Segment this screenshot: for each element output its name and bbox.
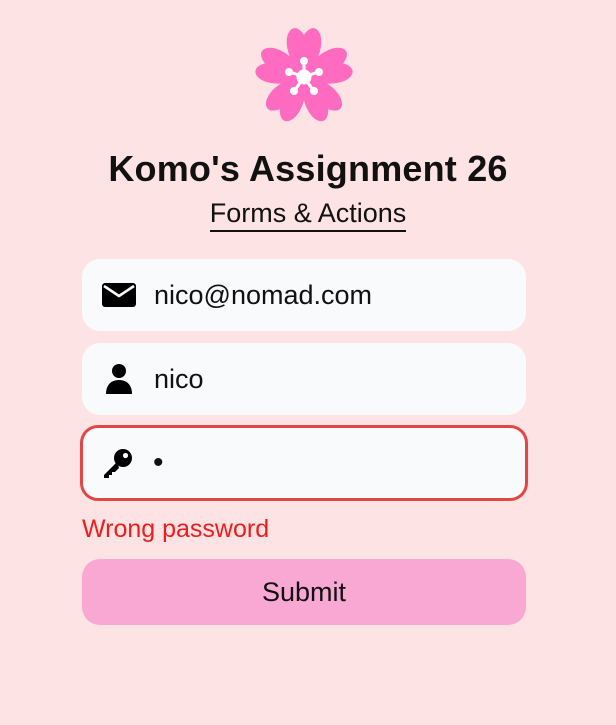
page-title: Komo's Assignment 26	[108, 148, 508, 189]
username-field[interactable]	[82, 343, 526, 415]
key-icon	[100, 445, 136, 481]
login-page: Komo's Assignment 26 Forms & Actions nic…	[0, 0, 616, 725]
subtitle-link[interactable]: Forms & Actions	[209, 196, 407, 232]
username-input[interactable]	[154, 343, 504, 415]
password-field[interactable]	[80, 425, 528, 501]
error-message: Wrong password	[82, 515, 270, 543]
user-icon	[101, 361, 137, 397]
envelope-icon	[101, 277, 137, 313]
submit-button[interactable]: Submit	[82, 559, 526, 625]
subtitle-container: Forms & Actions	[0, 196, 616, 232]
password-input[interactable]	[153, 428, 503, 498]
email-field[interactable]	[82, 259, 526, 331]
cherry-blossom-icon	[249, 24, 359, 130]
email-input[interactable]	[154, 259, 504, 331]
